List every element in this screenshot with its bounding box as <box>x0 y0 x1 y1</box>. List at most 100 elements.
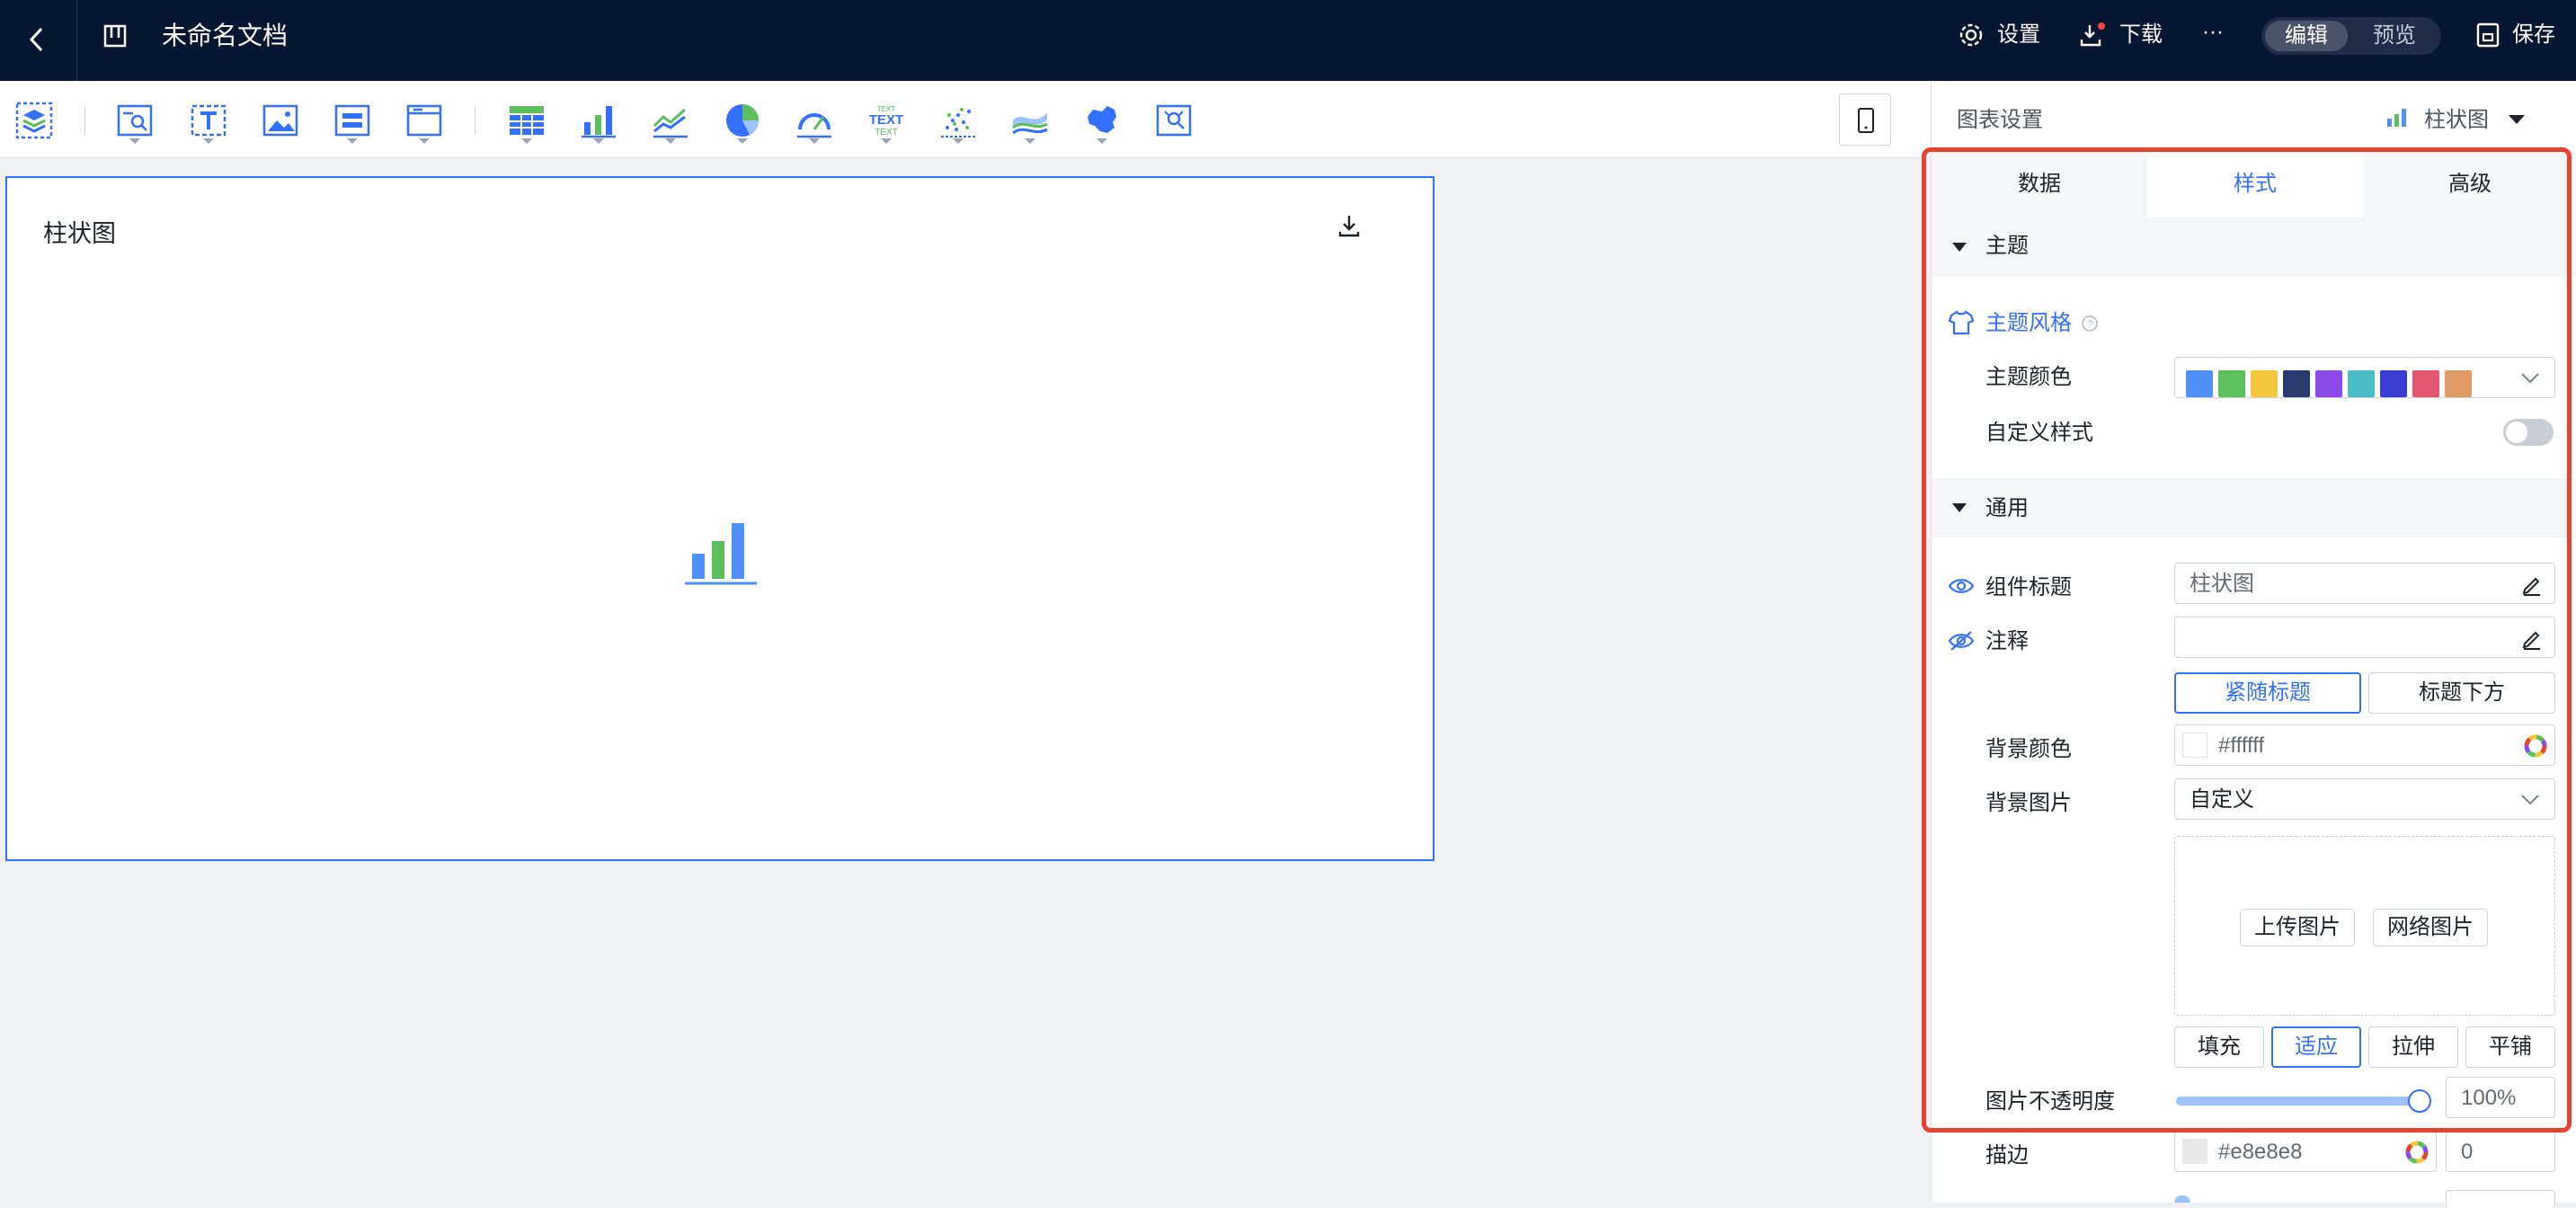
opacity-slider-handle[interactable] <box>2408 1089 2431 1113</box>
caret-down-icon[interactable] <box>2507 113 2527 126</box>
next-row-partial <box>2174 1195 2190 1203</box>
next-row-input-partial[interactable] <box>2446 1190 2555 1208</box>
component-title-value: 柱状图 <box>2190 572 2254 596</box>
map-icon[interactable] <box>1082 101 1122 140</box>
pie-chart-icon[interactable] <box>723 101 762 140</box>
gear-icon[interactable] <box>1958 22 1985 49</box>
pie-chart-dropdown-icon[interactable] <box>737 138 748 144</box>
theme-color-swatch <box>2380 370 2407 397</box>
mode-edit-tab[interactable]: 编辑 <box>2265 21 2348 51</box>
border-color-input[interactable]: #e8e8e8 <box>2174 1131 2437 1172</box>
border-color-swatch <box>2182 1139 2207 1164</box>
caret-down-icon <box>1951 241 1968 252</box>
section-general-header[interactable]: 通用 <box>1932 478 2576 537</box>
panel-title: 图表设置 <box>1957 108 2043 132</box>
text-icon[interactable] <box>189 101 228 140</box>
theme-style-link[interactable]: 主题风格 <box>1985 313 2072 334</box>
note-input[interactable] <box>2174 617 2555 658</box>
map-dropdown-icon[interactable] <box>1097 138 1107 144</box>
svg-text:TEXT: TEXT <box>869 112 903 128</box>
download-button[interactable]: 下载 <box>2119 24 2163 46</box>
note-below-title-button[interactable]: 标题下方 <box>2368 672 2555 714</box>
placeholder-bar-3 <box>732 523 744 579</box>
image-icon[interactable] <box>261 101 300 140</box>
text-dropdown-icon[interactable] <box>203 138 214 144</box>
mode-switch[interactable]: 编辑 预览 <box>2261 17 2441 55</box>
save-icon[interactable] <box>2475 22 2500 49</box>
query-icon[interactable] <box>115 101 155 140</box>
table-dropdown-icon[interactable] <box>521 138 532 144</box>
card-title: 柱状图 <box>43 220 116 247</box>
back-arrow-icon[interactable] <box>23 23 50 56</box>
image-upload-area[interactable]: 上传图片 网络图片 <box>2174 836 2555 1016</box>
text-cloud-dropdown-icon[interactable] <box>881 138 892 144</box>
download-icon[interactable] <box>1336 212 1363 239</box>
area-chart-icon[interactable] <box>1010 101 1050 140</box>
text-cloud-icon[interactable]: TEXT TEXT TEXT <box>866 101 906 140</box>
tab-data[interactable]: 数据 <box>1932 151 2147 218</box>
fit-option-button[interactable]: 拉伸 <box>2368 1026 2458 1068</box>
save-button[interactable]: 保存 <box>2512 24 2555 46</box>
svg-text:?: ? <box>2087 319 2092 330</box>
bar-chart-icon[interactable] <box>579 101 618 140</box>
color-wheel-icon[interactable] <box>2405 1141 2429 1164</box>
settings-tabs: 数据 样式 高级 <box>1932 151 2576 218</box>
scatter-dropdown-icon[interactable] <box>953 138 964 144</box>
tab-advanced-label: 高级 <box>2448 172 2492 196</box>
bar-chart-dropdown-icon[interactable] <box>593 138 604 144</box>
line-chart-dropdown-icon[interactable] <box>665 138 676 144</box>
pencil-icon[interactable] <box>2520 626 2544 650</box>
custom-icon[interactable] <box>1154 101 1194 140</box>
component-title-input[interactable]: 柱状图 <box>2174 563 2555 604</box>
fit-option-button[interactable]: 填充 <box>2174 1026 2264 1068</box>
chart-card[interactable]: 柱状图 <box>5 176 1435 861</box>
scatter-icon[interactable] <box>938 101 978 140</box>
theme-color-select[interactable] <box>2174 357 2555 398</box>
fit-option-button[interactable]: 适应 <box>2271 1026 2361 1068</box>
tab-dropdown-icon[interactable] <box>419 138 430 144</box>
component-icon[interactable] <box>333 101 372 140</box>
network-image-button[interactable]: 网络图片 <box>2373 909 2488 946</box>
bg-color-input[interactable]: #ffffff <box>2174 724 2555 766</box>
tab-icon[interactable] <box>404 101 444 140</box>
layer-icon[interactable] <box>14 101 54 140</box>
component-dropdown-icon[interactable] <box>347 138 358 144</box>
tab-style[interactable]: 样式 <box>2147 151 2363 218</box>
settings-button[interactable]: 设置 <box>1997 24 2040 46</box>
query-dropdown-icon[interactable] <box>129 138 140 144</box>
more-button[interactable]: ··· <box>2202 22 2224 43</box>
opacity-slider[interactable] <box>2176 1089 2431 1113</box>
mode-preview-tab[interactable]: 预览 <box>2351 21 2438 51</box>
gauge-icon[interactable] <box>795 101 834 140</box>
bg-color-swatch <box>2182 733 2207 758</box>
tab-advanced[interactable]: 高级 <box>2363 151 2576 218</box>
color-wheel-icon[interactable] <box>2524 734 2547 758</box>
top-bar: 未命名文档 设置 下载 ··· 编辑 预览 保存 <box>0 0 2576 81</box>
line-chart-icon[interactable] <box>651 101 690 140</box>
document-title[interactable]: 未命名文档 <box>162 23 288 49</box>
divider <box>76 0 77 81</box>
upload-image-button[interactable]: 上传图片 <box>2240 909 2355 946</box>
mobile-preview-button[interactable] <box>1839 93 1891 146</box>
bg-color-label: 背景颜色 <box>1985 737 2072 761</box>
opacity-slider-fill <box>2176 1097 2420 1106</box>
note-follow-title-button[interactable]: 紧随标题 <box>2174 672 2361 714</box>
custom-style-toggle[interactable] <box>2503 419 2554 446</box>
download-icon[interactable] <box>2078 22 2105 49</box>
area-chart-dropdown-icon[interactable] <box>1025 138 1035 144</box>
table-icon[interactable] <box>507 101 546 140</box>
eye-icon[interactable] <box>1948 575 1975 597</box>
theme-color-swatch <box>2445 370 2472 397</box>
gauge-dropdown-icon[interactable] <box>809 138 820 144</box>
eye-off-icon[interactable] <box>1948 629 1975 653</box>
border-color-value: #e8e8e8 <box>2218 1140 2303 1164</box>
fit-option-button[interactable]: 平铺 <box>2465 1026 2555 1068</box>
pencil-icon[interactable] <box>2520 573 2544 596</box>
chart-type-select[interactable]: 柱状图 <box>2424 110 2489 131</box>
opacity-input[interactable]: 100% <box>2446 1077 2555 1118</box>
border-label: 描边 <box>1985 1143 2029 1168</box>
bg-image-select[interactable]: 自定义 <box>2174 778 2555 820</box>
help-icon[interactable]: ? <box>2081 315 2099 333</box>
section-theme-header[interactable]: 主题 <box>1932 218 2576 277</box>
border-width-input[interactable]: 0 <box>2446 1131 2555 1172</box>
